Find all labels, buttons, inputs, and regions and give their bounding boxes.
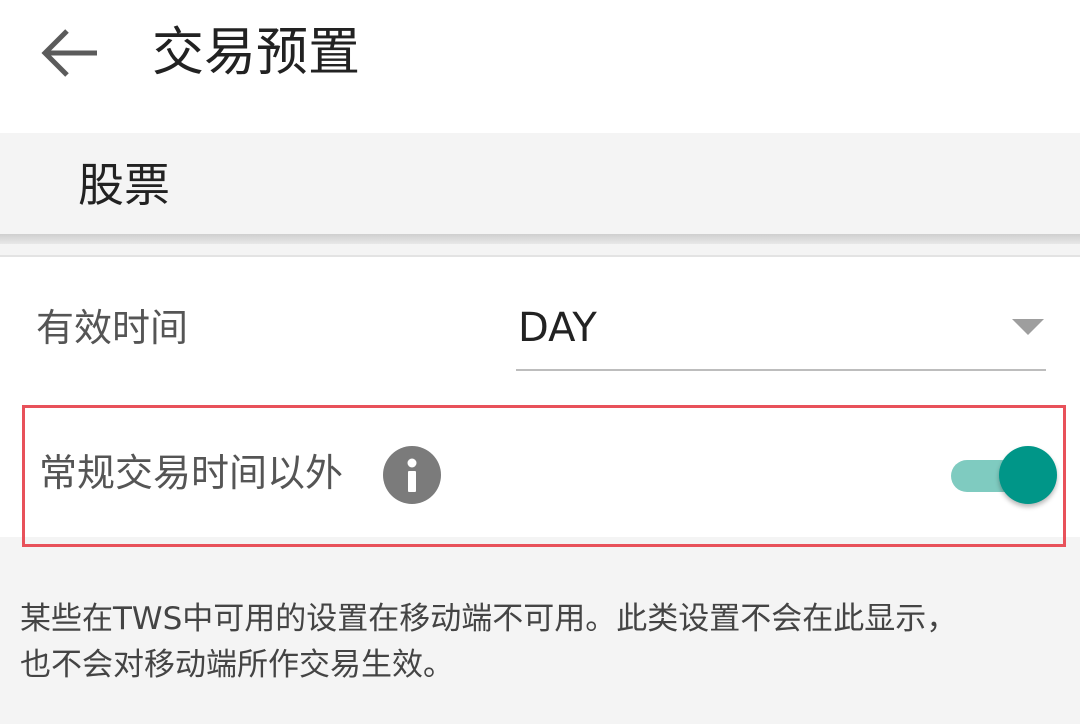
section-header-stocks: 股票 (0, 133, 1080, 237)
section-title: 股票 (78, 158, 170, 212)
info-glyph (407, 458, 417, 492)
arrow-left-icon (41, 29, 97, 77)
settings-card: 有效时间 DAY 常规交易时间以外 (0, 257, 1080, 547)
app-header: 交易预置 (0, 0, 1080, 133)
validity-label: 有效时间 (36, 306, 189, 350)
validity-selected-value: DAY (518, 305, 597, 351)
trade-presets-screen: 交易预置 股票 有效时间 DAY 常规交易时间以外 某些在TWS中可用的设置在移… (0, 0, 1080, 724)
page-title: 交易预置 (152, 23, 361, 83)
extended-hours-row: 常规交易时间以外 (22, 405, 1066, 547)
section-divider (0, 234, 1080, 244)
caret-down-icon (1012, 319, 1044, 335)
extended-hours-toggle[interactable] (951, 444, 1057, 504)
extended-hours-label: 常规交易时间以外 (39, 451, 344, 495)
validity-dropdown[interactable]: DAY (516, 295, 1046, 371)
info-icon[interactable] (383, 446, 441, 504)
toggle-thumb (999, 446, 1057, 504)
back-button[interactable] (30, 18, 110, 88)
footnote-line-1: 某些在TWS中可用的设置在移动端不可用。此类设置不会在此显示， (20, 601, 958, 637)
settings-footnote: 某些在TWS中可用的设置在移动端不可用。此类设置不会在此显示， 也不会对移动端所… (20, 596, 1060, 688)
footnote-line-2: 也不会对移动端所作交易生效。 (20, 647, 454, 683)
